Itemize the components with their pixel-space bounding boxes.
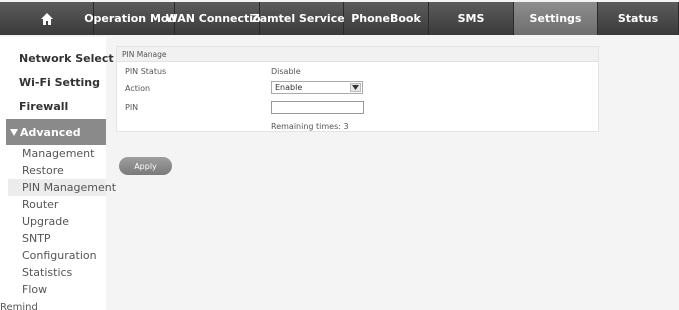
- pin-status-label: PIN Status: [125, 67, 167, 76]
- remind-link[interactable]: Remind: [0, 302, 38, 310]
- sidebar-item-management[interactable]: Management: [22, 147, 94, 160]
- sidebar-item-sntp[interactable]: SNTP: [22, 232, 51, 245]
- sidebar-item-configuration[interactable]: Configuration: [22, 249, 97, 262]
- sidebar: Network Select Wi-Fi Setting Firewall Ad…: [0, 37, 116, 310]
- chevron-down-icon: [350, 83, 361, 92]
- tab-operation-mode[interactable]: Operation Mode: [84, 2, 184, 35]
- panel-title: PIN Manage: [117, 47, 598, 62]
- sidebar-item-restore[interactable]: Restore: [22, 164, 64, 177]
- remaining-times: Remaining times: 3: [271, 122, 349, 131]
- sidebar-item-pin-management[interactable]: PIN Management: [8, 179, 116, 196]
- sidebar-item-advanced[interactable]: Advanced: [6, 119, 106, 145]
- sidebar-item-router[interactable]: Router: [22, 198, 58, 211]
- pin-label: PIN: [125, 103, 139, 112]
- pin-status-value: Disable: [271, 67, 301, 76]
- pin-manage-panel: PIN Manage PIN Status Disable Action Ena…: [116, 46, 599, 132]
- tab-sms[interactable]: SMS: [429, 2, 514, 35]
- sidebar-item-firewall[interactable]: Firewall: [19, 100, 68, 113]
- apply-button[interactable]: Apply: [119, 157, 172, 175]
- triangle-down-icon: [10, 128, 18, 136]
- sidebar-item-network-select[interactable]: Network Select: [19, 52, 114, 65]
- home-icon: [40, 12, 53, 25]
- tab-status[interactable]: Status: [598, 2, 679, 35]
- tab-zamtel-services[interactable]: Zamtel Services: [252, 2, 351, 35]
- action-label: Action: [125, 84, 151, 93]
- action-select[interactable]: Enable: [271, 81, 363, 94]
- tab-phonebook[interactable]: PhoneBook: [344, 2, 429, 35]
- sidebar-item-wifi-setting[interactable]: Wi-Fi Setting: [19, 76, 100, 89]
- tab-settings[interactable]: Settings: [514, 2, 598, 35]
- sidebar-item-advanced-label: Advanced: [20, 125, 81, 139]
- tab-wan-connection[interactable]: WAN Connection: [166, 2, 268, 35]
- sidebar-item-flow[interactable]: Flow: [22, 283, 47, 296]
- sidebar-item-upgrade[interactable]: Upgrade: [22, 215, 69, 228]
- sidebar-item-statistics[interactable]: Statistics: [22, 266, 72, 279]
- pin-input[interactable]: [271, 101, 364, 114]
- home-tab[interactable]: [0, 2, 94, 35]
- action-select-value: Enable: [275, 83, 303, 92]
- top-nav: Operation Mode WAN Connection Zamtel Ser…: [0, 0, 679, 37]
